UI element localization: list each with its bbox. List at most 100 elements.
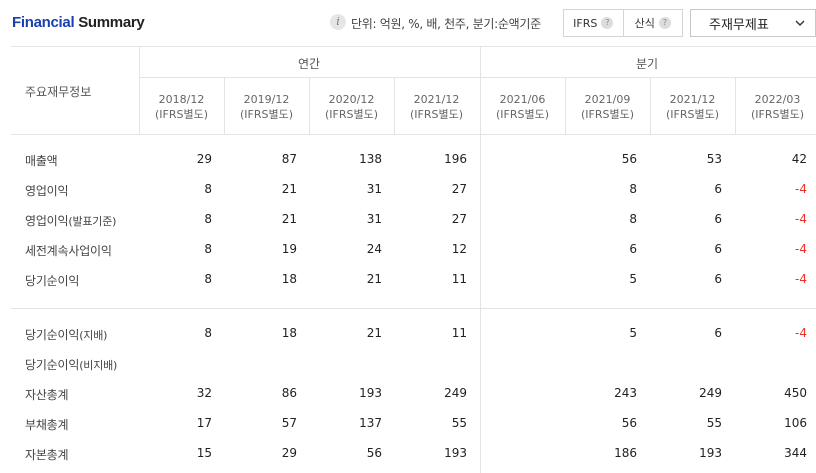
column-period: 2018/12 [158, 93, 205, 106]
standard-toggle-group: IFRS ? 산식 ? [563, 9, 683, 37]
table-cell: -4 [795, 182, 807, 196]
column-header: 2021/12 (IFRS별도) [394, 92, 479, 122]
summary-header: Financial Summary i 단위: 억원, %, 배, 천주, 분기… [0, 0, 816, 46]
statement-type-select[interactable]: 주재무제표 [690, 9, 816, 37]
info-icon[interactable]: i [330, 14, 346, 30]
table-cell: 31 [366, 182, 382, 196]
section-divider [11, 308, 816, 309]
table-cell: 5 [629, 272, 637, 286]
table-cell: 53 [706, 152, 722, 166]
row-label-text: 영업이익 [25, 184, 69, 198]
column-basis: (IFRS별도) [495, 108, 550, 121]
table-cell: 15 [196, 446, 212, 460]
table-cell: 344 [784, 446, 807, 460]
title-financial: Financial [12, 14, 75, 31]
row-label: 당기순이익(지배) [25, 326, 107, 343]
table-cell: 138 [359, 152, 382, 166]
row-label-text: 당기순이익 [25, 358, 80, 372]
column-period: 2019/12 [243, 93, 290, 106]
table-cell: 193 [699, 446, 722, 460]
column-period: 2021/06 [499, 93, 546, 106]
table-top-border [11, 46, 816, 47]
table-cell: 29 [196, 152, 212, 166]
table-cell: 21 [281, 212, 297, 226]
table-cell: 6 [714, 272, 722, 286]
column-period: 2022/03 [754, 93, 801, 106]
table-cell: -4 [795, 272, 807, 286]
ifrs-label: IFRS [573, 16, 598, 30]
row-label-text: 영업이익 [25, 214, 69, 228]
table-cell: 6 [714, 212, 722, 226]
table-cell: 12 [451, 242, 467, 256]
table-cell: 87 [281, 152, 297, 166]
column-basis: (IFRS별도) [409, 108, 464, 121]
title-summary: Summary [78, 14, 145, 31]
table-cell: 450 [784, 386, 807, 400]
table-cell: -4 [795, 242, 807, 256]
table-cell: 21 [366, 272, 382, 286]
row-label-suffix: (지배) [79, 329, 108, 342]
table-cell: 193 [359, 386, 382, 400]
table-cell: 27 [451, 182, 467, 196]
column-header: 2019/12 (IFRS별도) [224, 92, 309, 122]
table-cell: 8 [204, 182, 212, 196]
row-label: 부채총계 [25, 416, 69, 433]
table-cell: 5 [629, 326, 637, 340]
table-cell: 86 [281, 386, 297, 400]
table-cell: 56 [366, 446, 382, 460]
table-cell: 8 [629, 182, 637, 196]
table-cell: 55 [451, 416, 467, 430]
column-header: 2022/03 (IFRS별도) [735, 92, 816, 122]
table-cell: 11 [451, 272, 467, 286]
table-cell: 8 [204, 326, 212, 340]
table-cell: 19 [281, 242, 297, 256]
table-cell: 249 [699, 386, 722, 400]
row-label-text: 세전계속사업이익 [25, 244, 112, 258]
annual-group-header: 연간 [298, 57, 321, 71]
formula-help-icon[interactable]: ? [658, 17, 671, 29]
row-label: 세전계속사업이익 [25, 242, 112, 259]
quarterly-group-header: 분기 [636, 57, 659, 71]
ifrs-button[interactable]: IFRS ? [564, 10, 623, 36]
row-label: 당기순이익 [25, 272, 79, 289]
table-cell: 32 [196, 386, 212, 400]
row-label: 영업이익(발표기준) [25, 212, 116, 229]
unit-note: 단위: 억원, %, 배, 천주, 분기:순액기준 [351, 17, 541, 31]
table-cell: 8 [204, 212, 212, 226]
table-cell: 6 [714, 326, 722, 340]
table-cell: 6 [714, 182, 722, 196]
table-cell: 24 [366, 242, 382, 256]
statement-type-value: 주재무제표 [709, 17, 769, 33]
row-label-suffix: (비지배) [79, 359, 118, 372]
table-cell: 21 [281, 182, 297, 196]
column-header: 2021/12 (IFRS별도) [650, 92, 735, 122]
table-cell: 196 [444, 152, 467, 166]
column-period: 2021/09 [584, 93, 631, 106]
table-cell: -4 [795, 326, 807, 340]
column-header: 2018/12 (IFRS별도) [139, 92, 224, 122]
table-cell: 8 [204, 242, 212, 256]
row-label: 영업이익 [25, 182, 69, 199]
table-cell: 193 [444, 446, 467, 460]
table-cell: 11 [451, 326, 467, 340]
row-label: 매출액 [25, 152, 58, 169]
column-basis: (IFRS별도) [239, 108, 294, 121]
financial-summary-table: 주요재무정보 연간 분기 2018/12 (IFRS별도) 2019/12 (IFRS… [0, 46, 816, 473]
ifrs-help-icon[interactable]: ? [601, 17, 614, 29]
row-label-text: 자산총계 [25, 388, 69, 402]
column-basis: (IFRS별도) [580, 108, 635, 121]
chevron-down-icon [795, 20, 805, 26]
table-cell: 6 [629, 242, 637, 256]
table-cell: 106 [784, 416, 807, 430]
row-label-text: 당기순이익 [25, 328, 80, 342]
formula-button[interactable]: 산식 ? [622, 10, 683, 36]
column-period: 2021/12 [413, 93, 460, 106]
table-cell: 8 [629, 212, 637, 226]
header-bottom-border [11, 134, 816, 135]
table-cell: 55 [706, 416, 722, 430]
table-cell: 243 [614, 386, 637, 400]
table-cell: 29 [281, 446, 297, 460]
row-label-text: 부채총계 [25, 418, 69, 432]
column-header: 2021/06 (IFRS별도) [480, 92, 565, 122]
column-header: 2020/12 (IFRS별도) [309, 92, 394, 122]
